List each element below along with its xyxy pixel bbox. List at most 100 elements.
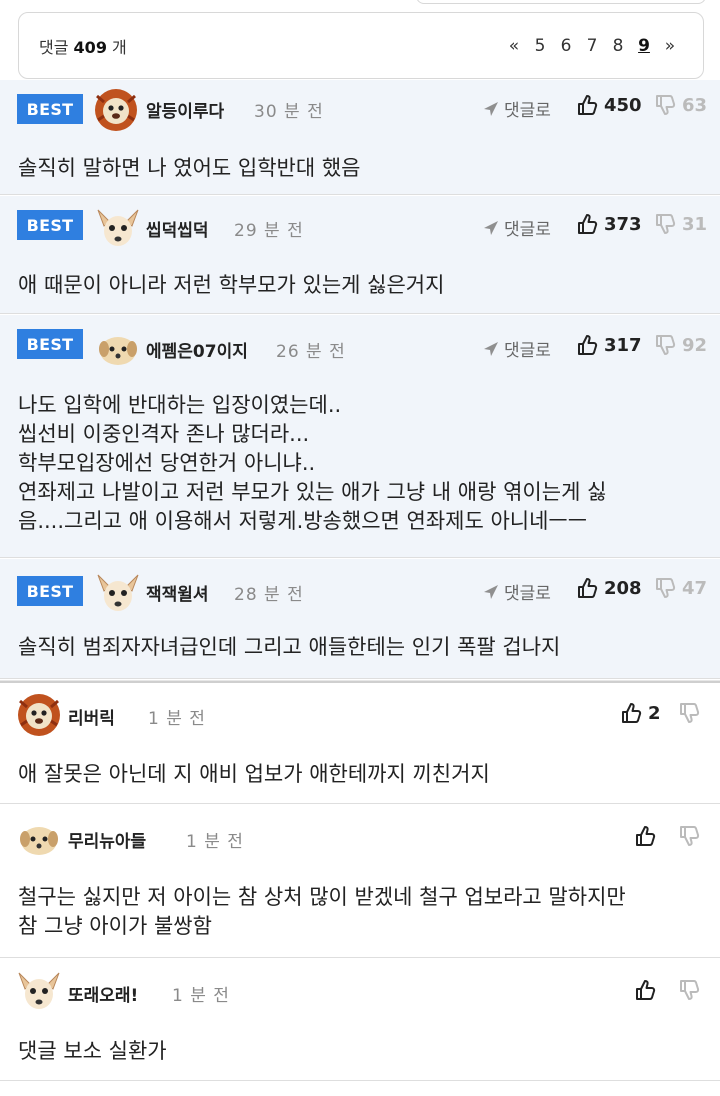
comment-header: BEST 씹덕씹덕 29 분 전 댓글로 373 31 — [0, 196, 720, 252]
puppy-avatar-icon[interactable] — [96, 327, 140, 371]
comment-text: 나도 입학에 반대하는 입장이였는데.. 씹선비 이중인격자 존나 많더라...… — [18, 393, 607, 533]
comment-count-bar: 댓글 409 개 « 5 6 7 8 9 » — [18, 12, 704, 79]
like-button[interactable]: 2 — [620, 702, 661, 724]
dislike-count: 31 — [682, 213, 708, 235]
thumbs-up-icon — [578, 95, 598, 115]
pager-page-8[interactable]: 8 — [605, 36, 631, 56]
best-comment: BEST 잭잭윌셔 28 분 전 댓글로 208 47 솔직히 범죄자자녀급인데… — [0, 559, 720, 679]
reply-arrow-icon — [484, 220, 498, 235]
thumbs-up-icon — [578, 578, 598, 598]
reply-arrow-icon — [484, 584, 498, 599]
dislike-button[interactable] — [678, 979, 706, 1001]
chihuahua-avatar-icon[interactable] — [96, 571, 140, 615]
chihuahua-avatar-icon[interactable] — [96, 206, 140, 250]
pager-page-6[interactable]: 6 — [553, 36, 579, 56]
comment-header: 또래오래! 1 분 전 — [0, 959, 720, 1015]
best-badge: BEST — [17, 210, 83, 240]
reply-button[interactable]: 댓글로 — [482, 96, 551, 121]
like-button[interactable] — [634, 979, 662, 1001]
timestamp: 1 분 전 — [148, 709, 206, 729]
reply-label: 댓글로 — [504, 101, 551, 121]
timestamp: 1 분 전 — [172, 986, 230, 1006]
dislike-button[interactable] — [678, 702, 706, 724]
comment-text: 솔직히 말하면 나 였어도 입학반대 했음 — [18, 156, 361, 180]
nickname[interactable]: 씹덕씹덕 — [146, 216, 209, 241]
like-count: 208 — [604, 577, 642, 599]
comment-text: 애 잘못은 아닌데 지 애비 업보가 애한테까지 끼친거지 — [18, 762, 490, 786]
dislike-button[interactable] — [678, 825, 706, 847]
reply-label: 댓글로 — [504, 341, 551, 361]
dislike-button[interactable]: 47 — [654, 577, 707, 599]
thumbs-up-icon — [578, 335, 598, 355]
comment-count-prefix: 댓글 — [39, 37, 69, 57]
lion-avatar-icon[interactable] — [17, 693, 61, 737]
thumbs-up-icon — [578, 214, 598, 234]
reply-button[interactable]: 댓글로 — [482, 579, 551, 604]
dislike-count: 63 — [682, 94, 708, 116]
timestamp: 1 분 전 — [186, 832, 244, 852]
comment-header: BEST 알등이루다 30 분 전 댓글로 450 63 — [0, 80, 720, 136]
comment: 무리뉴아들 1 분 전 철구는 싫지만 저 아이는 참 상처 많이 받겠네 철구… — [0, 805, 720, 958]
best-section-divider — [0, 680, 720, 683]
comment-header: BEST 잭잭윌셔 28 분 전 댓글로 208 47 — [0, 559, 720, 615]
like-button[interactable] — [634, 825, 662, 847]
reply-label: 댓글로 — [504, 220, 551, 240]
thumbs-down-icon — [656, 214, 676, 234]
like-count: 373 — [604, 213, 642, 235]
thumbs-up-icon — [636, 826, 656, 846]
nickname[interactable]: 무리뉴아들 — [68, 827, 146, 852]
thumbs-up-icon — [636, 980, 656, 1000]
puppy-avatar-icon[interactable] — [17, 817, 61, 861]
best-comment: BEST 씹덕씹덕 29 분 전 댓글로 373 31 애 때문이 아니라 저런… — [0, 196, 720, 314]
like-button[interactable]: 317 — [576, 334, 642, 356]
like-count: 450 — [604, 94, 642, 116]
like-button[interactable]: 208 — [576, 577, 642, 599]
pager-prev-button[interactable]: « — [501, 36, 527, 56]
nickname[interactable]: 에펨은07이지 — [146, 337, 248, 362]
dislike-button[interactable]: 92 — [654, 334, 707, 356]
chihuahua-avatar-icon[interactable] — [17, 969, 61, 1013]
timestamp: 30 분 전 — [254, 102, 324, 122]
reply-arrow-icon — [484, 341, 498, 356]
thumbs-down-icon — [656, 578, 676, 598]
nickname[interactable]: 잭잭윌셔 — [146, 580, 209, 605]
dislike-count: 92 — [682, 334, 708, 356]
like-button[interactable]: 450 — [576, 94, 642, 116]
thumbs-down-icon — [680, 826, 700, 846]
pager-page-5[interactable]: 5 — [527, 36, 553, 56]
dislike-button[interactable]: 31 — [654, 213, 707, 235]
like-count: 317 — [604, 334, 642, 356]
dislike-button[interactable]: 63 — [654, 94, 707, 116]
thumbs-up-icon — [622, 703, 642, 723]
thumbs-down-icon — [680, 703, 700, 723]
nickname[interactable]: 알등이루다 — [146, 97, 224, 122]
pager-page-7[interactable]: 7 — [579, 36, 605, 56]
comment-header: 무리뉴아들 1 분 전 — [0, 805, 720, 861]
like-count: 2 — [648, 702, 661, 724]
dislike-count: 47 — [682, 577, 708, 599]
comment-text: 애 때문이 아니라 저런 학부모가 있는게 싫은거지 — [18, 273, 445, 297]
pagination: « 5 6 7 8 9 » — [501, 36, 683, 56]
timestamp: 28 분 전 — [234, 585, 304, 605]
comment: 리버릭 1 분 전 2 애 잘못은 아닌데 지 애비 업보가 애한테까지 끼친거… — [0, 684, 720, 804]
reply-button[interactable]: 댓글로 — [482, 215, 551, 240]
comment-count-value: 409 — [73, 37, 107, 57]
timestamp: 29 분 전 — [234, 221, 304, 241]
timestamp: 26 분 전 — [276, 342, 346, 362]
search-box-edge[interactable] — [416, 0, 706, 4]
comment-count-suffix: 개 — [112, 37, 127, 57]
best-badge: BEST — [17, 576, 83, 606]
comment-header: BEST 에펨은07이지 26 분 전 댓글로 317 92 — [0, 315, 720, 371]
pager-page-9-current[interactable]: 9 — [631, 36, 657, 56]
nickname[interactable]: 또래오래! — [68, 981, 138, 1006]
lion-avatar-icon[interactable] — [94, 88, 138, 132]
comment-header: 리버릭 1 분 전 2 — [0, 684, 720, 740]
best-comment: BEST 알등이루다 30 분 전 댓글로 450 63 솔직히 말하면 나 였… — [0, 80, 720, 195]
thumbs-down-icon — [656, 95, 676, 115]
reply-button[interactable]: 댓글로 — [482, 336, 551, 361]
nickname[interactable]: 리버릭 — [68, 704, 115, 729]
pager-next-button[interactable]: » — [657, 36, 683, 56]
like-button[interactable]: 373 — [576, 213, 642, 235]
comment-text: 철구는 싫지만 저 아이는 참 상처 많이 받겠네 철구 업보라고 말하지만 참… — [18, 885, 626, 938]
best-badge: BEST — [17, 329, 83, 359]
